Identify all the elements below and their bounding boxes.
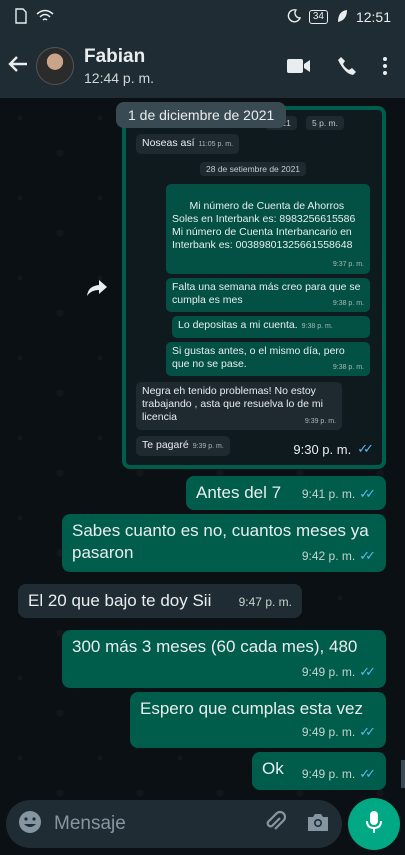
- forward-icon[interactable]: [82, 273, 112, 303]
- video-call-icon[interactable]: [287, 58, 311, 74]
- read-ticks-icon: ✓✓: [359, 664, 376, 679]
- list-item: Si gustas antes, o el mismo día, pero qu…: [166, 342, 370, 376]
- read-ticks-icon: ✓✓: [359, 486, 376, 501]
- read-ticks-icon: ✓✓: [359, 548, 376, 563]
- read-ticks-icon: ✓✓: [359, 766, 376, 781]
- list-item: Te pagaré 9:39 p. m.: [136, 436, 230, 456]
- list-item: Falta una semana más creo para que se cu…: [166, 278, 370, 312]
- list-item: Lo depositas a mi cuenta. 9:38 p. m.: [172, 316, 370, 338]
- list-item: Negra eh tenido problemas! No estoy trab…: [136, 382, 342, 430]
- microphone-icon: [366, 810, 382, 839]
- last-seen: 12:44 p. m.: [84, 70, 155, 86]
- outgoing-message[interactable]: Sabes cuanto es no, cuantos meses ya pas…: [62, 514, 386, 572]
- inner-date-chip: 28 de setiembre de 2021: [200, 162, 307, 176]
- chat-area[interactable]: 2021 5 p. m. Noseas así11:05 p. m. 28 de…: [0, 98, 405, 798]
- contact-name: Fabian: [84, 46, 146, 67]
- mic-button[interactable]: [348, 798, 400, 850]
- sim-icon: [14, 7, 28, 27]
- back-arrow-icon[interactable]: [8, 52, 34, 80]
- avatar[interactable]: [36, 47, 74, 85]
- outgoing-message[interactable]: Antes del 7 9:41 p. m. ✓✓: [186, 476, 386, 510]
- clock-time: 12:51: [355, 9, 391, 25]
- outgoing-message[interactable]: 300 más 3 meses (60 cada mes), 480 9:49 …: [62, 630, 386, 688]
- phone-call-icon[interactable]: [337, 56, 357, 76]
- moon-icon: [287, 8, 301, 26]
- list-item: Mi número de Cuenta de Ahorros Soles en …: [166, 184, 370, 274]
- attach-icon[interactable]: [264, 810, 287, 839]
- read-ticks-icon: ✓✓: [357, 441, 374, 456]
- camera-icon[interactable]: [306, 812, 330, 837]
- emoji-icon[interactable]: [18, 810, 42, 839]
- composer: [0, 798, 405, 855]
- scrollbar[interactable]: [401, 760, 405, 788]
- date-chip: 1 de diciembre de 2021: [116, 102, 287, 128]
- message-meta: 9:30 p. m. ✓✓: [293, 441, 374, 457]
- wifi-icon: [36, 9, 54, 26]
- battery-indicator: 34: [308, 10, 328, 24]
- chat-header: Fabian 12:44 p. m.: [0, 34, 405, 98]
- list-item: Noseas así 11:05 p. m.: [136, 134, 240, 154]
- message-input-box[interactable]: [6, 800, 342, 848]
- read-ticks-icon: ✓✓: [359, 724, 376, 739]
- image-message[interactable]: 2021 5 p. m. Noseas así11:05 p. m. 28 de…: [122, 106, 386, 469]
- contact-info[interactable]: Fabian 12:44 p. m.: [84, 46, 154, 86]
- message-input[interactable]: [54, 813, 234, 835]
- more-options-icon[interactable]: [383, 57, 387, 75]
- outgoing-message[interactable]: Ok 9:49 p. m. ✓✓: [252, 752, 386, 790]
- status-bar: 34 12:51: [0, 0, 405, 34]
- outgoing-message[interactable]: Espero que cumplas esta vez 9:49 p. m. ✓✓: [130, 692, 386, 748]
- partial-time: 5 p. m.: [306, 116, 344, 130]
- leaf-icon: [336, 9, 348, 26]
- incoming-message[interactable]: El 20 que bajo te doy Sii 9:47 p. m.: [18, 584, 302, 618]
